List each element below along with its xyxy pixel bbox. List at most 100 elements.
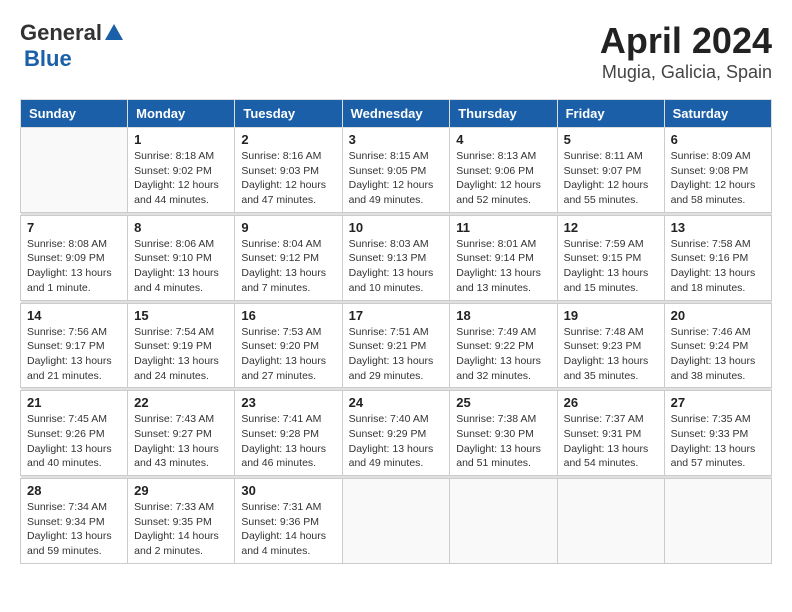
calendar-day-cell: 22 Sunrise: 7:43 AM Sunset: 9:27 PM Dayli… (128, 391, 235, 476)
weekday-header-cell: Sunday (21, 100, 128, 128)
calendar-day-cell: 19 Sunrise: 7:48 AM Sunset: 9:23 PM Dayli… (557, 303, 664, 388)
calendar-day-cell: 28 Sunrise: 7:34 AM Sunset: 9:34 PM Dayli… (21, 479, 128, 564)
calendar-week-row: 7 Sunrise: 8:08 AM Sunset: 9:09 PM Daylig… (21, 215, 772, 300)
day-info: Sunrise: 7:45 AM Sunset: 9:26 PM Dayligh… (27, 412, 121, 471)
day-number: 23 (241, 395, 335, 410)
day-info: Sunrise: 8:11 AM Sunset: 9:07 PM Dayligh… (564, 149, 658, 208)
calendar-day-cell: 11 Sunrise: 8:01 AM Sunset: 9:14 PM Dayli… (450, 215, 557, 300)
weekday-header-cell: Saturday (664, 100, 771, 128)
calendar-day-cell: 16Sunrise: 7:53 AM Sunset: 9:20 PM Dayli… (235, 303, 342, 388)
day-info: Sunrise: 7:56 AM Sunset: 9:17 PM Dayligh… (27, 325, 121, 384)
calendar-day-cell: 9Sunrise: 8:04 AM Sunset: 9:12 PM Daylig… (235, 215, 342, 300)
calendar-day-cell: 7 Sunrise: 8:08 AM Sunset: 9:09 PM Daylig… (21, 215, 128, 300)
day-info: Sunrise: 8:16 AM Sunset: 9:03 PM Dayligh… (241, 149, 335, 208)
day-info: Sunrise: 8:03 AM Sunset: 9:13 PM Dayligh… (349, 237, 444, 296)
calendar-day-cell: 12 Sunrise: 7:59 AM Sunset: 9:15 PM Dayli… (557, 215, 664, 300)
day-info: Sunrise: 7:49 AM Sunset: 9:22 PM Dayligh… (456, 325, 550, 384)
month-title: April 2024 (600, 20, 772, 62)
calendar-day-cell: 21 Sunrise: 7:45 AM Sunset: 9:26 PM Dayli… (21, 391, 128, 476)
day-number: 3 (349, 132, 444, 147)
day-number: 15 (134, 308, 228, 323)
day-number: 12 (564, 220, 658, 235)
page-header: General Blue April 2024 Mugia, Galicia, … (20, 20, 772, 83)
day-info: Sunrise: 8:01 AM Sunset: 9:14 PM Dayligh… (456, 237, 550, 296)
day-number: 20 (671, 308, 765, 323)
logo: General Blue (20, 20, 126, 72)
calendar-day-cell: 20Sunrise: 7:46 AM Sunset: 9:24 PM Dayli… (664, 303, 771, 388)
calendar-day-cell: 18Sunrise: 7:49 AM Sunset: 9:22 PM Dayli… (450, 303, 557, 388)
calendar-day-cell: 29 Sunrise: 7:33 AM Sunset: 9:35 PM Dayli… (128, 479, 235, 564)
day-number: 6 (671, 132, 765, 147)
day-number: 17 (349, 308, 444, 323)
day-info: Sunrise: 8:13 AM Sunset: 9:06 PM Dayligh… (456, 149, 550, 208)
day-info: Sunrise: 8:06 AM Sunset: 9:10 PM Dayligh… (134, 237, 228, 296)
calendar-week-row: 21 Sunrise: 7:45 AM Sunset: 9:26 PM Dayli… (21, 391, 772, 476)
calendar-day-cell: 8Sunrise: 8:06 AM Sunset: 9:10 PM Daylig… (128, 215, 235, 300)
logo-general: General (20, 20, 102, 46)
day-info: Sunrise: 7:59 AM Sunset: 9:15 PM Dayligh… (564, 237, 658, 296)
location-title: Mugia, Galicia, Spain (600, 62, 772, 83)
calendar-body: 1 Sunrise: 8:18 AM Sunset: 9:02 PM Daylig… (21, 128, 772, 564)
calendar-day-cell: 24 Sunrise: 7:40 AM Sunset: 9:29 PM Dayli… (342, 391, 450, 476)
day-number: 1 (134, 132, 228, 147)
day-info: Sunrise: 7:33 AM Sunset: 9:35 PM Dayligh… (134, 500, 228, 559)
calendar-day-cell: 23 Sunrise: 7:41 AM Sunset: 9:28 PM Dayli… (235, 391, 342, 476)
day-info: Sunrise: 8:09 AM Sunset: 9:08 PM Dayligh… (671, 149, 765, 208)
calendar-day-cell: 10 Sunrise: 8:03 AM Sunset: 9:13 PM Dayli… (342, 215, 450, 300)
calendar-week-row: 1 Sunrise: 8:18 AM Sunset: 9:02 PM Daylig… (21, 128, 772, 213)
weekday-header-row: SundayMondayTuesdayWednesdayThursdayFrid… (21, 100, 772, 128)
calendar-day-cell: 15 Sunrise: 7:54 AM Sunset: 9:19 PM Dayli… (128, 303, 235, 388)
calendar-week-row: 14 Sunrise: 7:56 AM Sunset: 9:17 PM Dayli… (21, 303, 772, 388)
calendar-day-cell (664, 479, 771, 564)
day-number: 10 (349, 220, 444, 235)
day-info: Sunrise: 7:40 AM Sunset: 9:29 PM Dayligh… (349, 412, 444, 471)
calendar-day-cell (21, 128, 128, 213)
calendar-day-cell: 1 Sunrise: 8:18 AM Sunset: 9:02 PM Daylig… (128, 128, 235, 213)
calendar-day-cell: 13Sunrise: 7:58 AM Sunset: 9:16 PM Dayli… (664, 215, 771, 300)
day-number: 28 (27, 483, 121, 498)
day-number: 21 (27, 395, 121, 410)
day-info: Sunrise: 7:34 AM Sunset: 9:34 PM Dayligh… (27, 500, 121, 559)
day-number: 7 (27, 220, 121, 235)
calendar-day-cell: 5 Sunrise: 8:11 AM Sunset: 9:07 PM Daylig… (557, 128, 664, 213)
weekday-header-cell: Thursday (450, 100, 557, 128)
day-info: Sunrise: 7:51 AM Sunset: 9:21 PM Dayligh… (349, 325, 444, 384)
calendar-day-cell: 26 Sunrise: 7:37 AM Sunset: 9:31 PM Dayli… (557, 391, 664, 476)
weekday-header-cell: Tuesday (235, 100, 342, 128)
day-info: Sunrise: 8:15 AM Sunset: 9:05 PM Dayligh… (349, 149, 444, 208)
day-number: 4 (456, 132, 550, 147)
day-number: 24 (349, 395, 444, 410)
title-block: April 2024 Mugia, Galicia, Spain (600, 20, 772, 83)
day-number: 5 (564, 132, 658, 147)
day-info: Sunrise: 7:38 AM Sunset: 9:30 PM Dayligh… (456, 412, 550, 471)
day-info: Sunrise: 7:43 AM Sunset: 9:27 PM Dayligh… (134, 412, 228, 471)
day-info: Sunrise: 7:54 AM Sunset: 9:19 PM Dayligh… (134, 325, 228, 384)
calendar-day-cell (342, 479, 450, 564)
day-info: Sunrise: 7:53 AM Sunset: 9:20 PM Dayligh… (241, 325, 335, 384)
day-info: Sunrise: 7:35 AM Sunset: 9:33 PM Dayligh… (671, 412, 765, 471)
day-number: 2 (241, 132, 335, 147)
calendar-day-cell: 2 Sunrise: 8:16 AM Sunset: 9:03 PM Daylig… (235, 128, 342, 213)
day-number: 22 (134, 395, 228, 410)
day-number: 14 (27, 308, 121, 323)
calendar-day-cell: 6 Sunrise: 8:09 AM Sunset: 9:08 PM Daylig… (664, 128, 771, 213)
weekday-header-cell: Friday (557, 100, 664, 128)
day-number: 19 (564, 308, 658, 323)
day-info: Sunrise: 7:58 AM Sunset: 9:16 PM Dayligh… (671, 237, 765, 296)
day-number: 11 (456, 220, 550, 235)
day-number: 27 (671, 395, 765, 410)
day-info: Sunrise: 7:41 AM Sunset: 9:28 PM Dayligh… (241, 412, 335, 471)
calendar-day-cell: 4 Sunrise: 8:13 AM Sunset: 9:06 PM Daylig… (450, 128, 557, 213)
day-info: Sunrise: 7:48 AM Sunset: 9:23 PM Dayligh… (564, 325, 658, 384)
logo-blue: Blue (24, 46, 72, 71)
day-info: Sunrise: 7:37 AM Sunset: 9:31 PM Dayligh… (564, 412, 658, 471)
calendar-day-cell: 17 Sunrise: 7:51 AM Sunset: 9:21 PM Dayli… (342, 303, 450, 388)
day-number: 26 (564, 395, 658, 410)
weekday-header-cell: Monday (128, 100, 235, 128)
day-info: Sunrise: 8:18 AM Sunset: 9:02 PM Dayligh… (134, 149, 228, 208)
calendar-day-cell: 30Sunrise: 7:31 AM Sunset: 9:36 PM Dayli… (235, 479, 342, 564)
day-number: 29 (134, 483, 228, 498)
calendar-day-cell: 3 Sunrise: 8:15 AM Sunset: 9:05 PM Daylig… (342, 128, 450, 213)
day-info: Sunrise: 8:08 AM Sunset: 9:09 PM Dayligh… (27, 237, 121, 296)
calendar-day-cell (557, 479, 664, 564)
